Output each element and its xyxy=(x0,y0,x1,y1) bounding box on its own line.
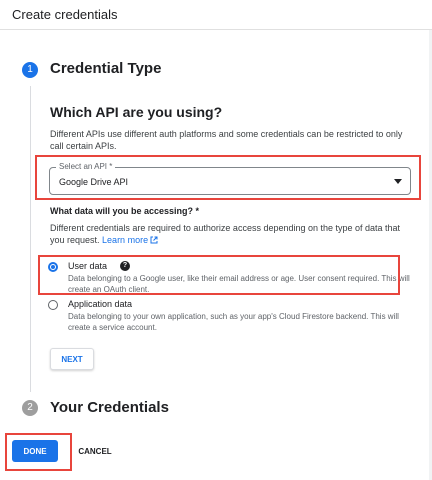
step-2-number: 2 xyxy=(22,400,38,416)
data-access-question: What data will you be accessing? * xyxy=(50,206,200,216)
api-description: Different APIs use different auth platfo… xyxy=(50,129,403,151)
application-data-description: Data belonging to your own application, … xyxy=(68,312,399,332)
data-access-description: Different credentials are required to au… xyxy=(50,222,410,246)
open-in-new-icon xyxy=(150,236,158,244)
user-data-highlight xyxy=(38,255,400,295)
api-question-heading: Which API are you using? xyxy=(50,104,223,120)
cancel-button[interactable]: CANCEL xyxy=(74,440,116,462)
next-button[interactable]: NEXT xyxy=(50,348,94,370)
done-button-highlight xyxy=(5,433,72,471)
dialog-header: Create credentials xyxy=(0,0,432,30)
application-data-label[interactable]: Application data xyxy=(68,299,132,309)
step-1-number: 1 xyxy=(22,62,38,78)
stepper-line xyxy=(30,86,31,392)
api-select-highlight xyxy=(35,155,421,200)
step-1-title: Credential Type xyxy=(50,60,162,77)
step-2-title: Your Credentials xyxy=(50,399,169,416)
learn-more-label: Learn more xyxy=(102,235,149,245)
learn-more-link[interactable]: Learn more xyxy=(102,235,158,245)
dialog-title: Create credentials xyxy=(12,7,118,22)
application-data-radio[interactable] xyxy=(48,300,58,310)
